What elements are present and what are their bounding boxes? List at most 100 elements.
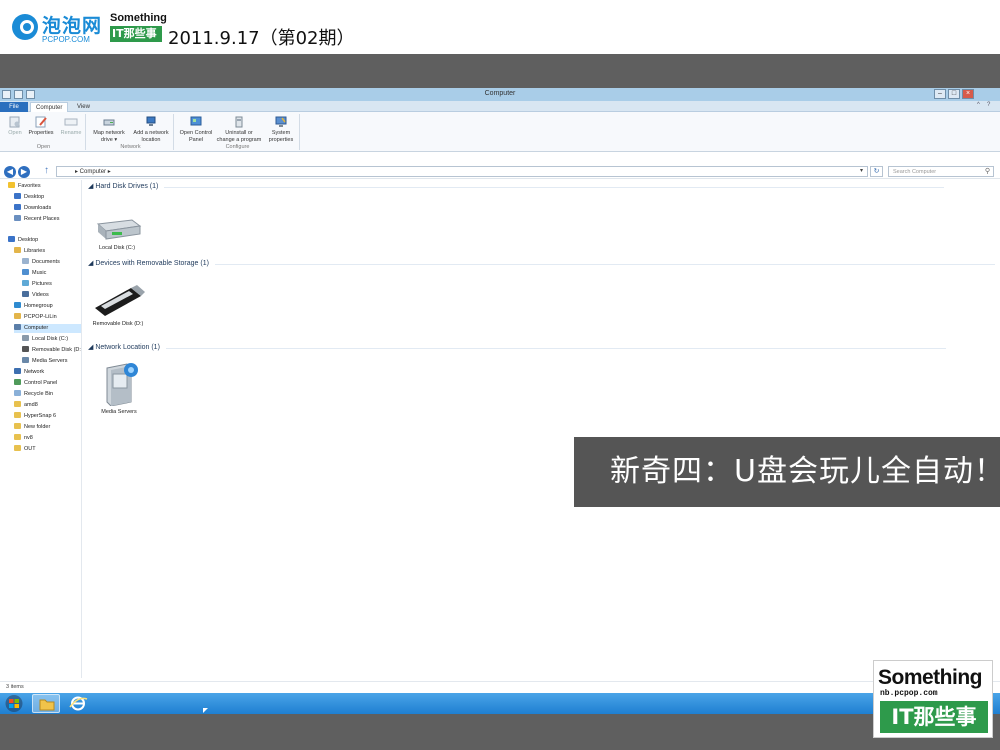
nav-item-label: nv8 <box>24 435 33 441</box>
taskbar-explorer-button[interactable] <box>32 694 60 713</box>
address-bar: ◀ ▶ ↑ ▸ Computer ▸ ▾ ↻ Search Computer ⚲ <box>0 164 1000 179</box>
show-logo-large-url: nb.pcpop.com <box>880 689 938 698</box>
show-logo-top: Something <box>110 12 167 24</box>
group-header-removable[interactable]: ◢ Devices with Removable Storage (1) <box>88 259 995 269</box>
group-label-network: Network <box>120 144 141 150</box>
nav-item-icon <box>22 280 29 286</box>
show-logo-large: Something nb.pcpop.com IT那些事 <box>873 660 993 738</box>
nav-item[interactable]: Control Panel <box>14 379 57 388</box>
system-properties-button[interactable]: System properties <box>264 116 298 143</box>
help-icon[interactable]: ? <box>987 102 994 109</box>
group-header-network[interactable]: ◢ Network Location (1) <box>88 343 945 353</box>
open-label: Open <box>8 130 22 136</box>
nav-item-icon <box>14 423 21 429</box>
title-bar[interactable]: Computer – □ × <box>0 88 1000 101</box>
ribbon-controls: ^ ? <box>977 102 994 109</box>
nav-item-label: HyperSnap 6 <box>24 413 57 419</box>
uninstall-program-label: Uninstall or change a program <box>216 130 262 143</box>
nav-item[interactable]: nv8 <box>14 434 33 443</box>
start-button[interactable] <box>2 694 26 713</box>
internet-explorer-icon <box>69 696 88 711</box>
nav-item[interactable]: Desktop <box>8 236 38 245</box>
group-label-open: Open <box>36 144 51 150</box>
drive-tile-local-disk[interactable]: Local Disk (C:) <box>87 214 147 252</box>
address-dropdown-icon[interactable]: ▾ <box>860 166 868 177</box>
show-logo-bottom: IT那些事 <box>110 26 162 42</box>
nav-item[interactable]: Computer <box>14 324 81 333</box>
uninstall-program-button[interactable]: Uninstall or change a program <box>216 116 262 143</box>
nav-item[interactable]: HyperSnap 6 <box>14 412 56 421</box>
caption-banner: 新奇四：U盘会玩儿全自动！ <box>574 437 1000 507</box>
rename-button[interactable]: Rename <box>58 116 84 137</box>
open-button[interactable]: Open <box>4 116 26 137</box>
nav-item[interactable]: Network <box>14 368 44 377</box>
site-name-en: PCPOP.COM <box>42 35 90 44</box>
nav-item[interactable]: Music <box>22 269 46 278</box>
nav-item-icon <box>14 247 21 253</box>
maximize-button[interactable]: □ <box>948 89 960 99</box>
nav-item[interactable]: Videos <box>22 291 49 300</box>
nav-item-label: Recent Places <box>24 216 60 222</box>
network-tile-media-servers[interactable]: Media Servers <box>89 360 149 416</box>
address-input[interactable]: ▸ Computer ▸ <box>56 166 868 177</box>
nav-item[interactable]: Pictures <box>22 280 52 289</box>
collapse-ribbon-icon[interactable]: ^ <box>977 102 984 109</box>
nav-item[interactable]: Recycle Bin <box>14 390 53 399</box>
navigation-pane: Favorites Desktop Downloads Recent Places De… <box>0 180 82 678</box>
nav-item[interactable]: OUT <box>14 445 36 454</box>
search-icon: ⚲ <box>984 168 990 175</box>
nav-item[interactable]: Desktop <box>14 193 44 202</box>
minimize-button[interactable]: – <box>934 89 946 99</box>
uninstall-icon <box>235 116 243 128</box>
nav-item-icon <box>8 182 15 188</box>
drive-tile-removable-disk[interactable]: Removable Disk (D:) <box>87 282 149 328</box>
nav-item[interactable]: Homegroup <box>14 302 53 311</box>
rename-label: Rename <box>60 130 82 136</box>
taskbar-ie-button[interactable] <box>64 694 92 713</box>
nav-item[interactable]: Favorites <box>8 182 41 191</box>
nav-item[interactable]: amd8 <box>14 401 38 410</box>
tab-file[interactable]: File <box>0 102 28 112</box>
mouse-cursor-icon <box>203 708 208 713</box>
close-button[interactable]: × <box>962 89 974 99</box>
media-servers-label: Media Servers <box>101 409 137 415</box>
group-header-hdd[interactable]: ◢ Hard Disk Drives (1) <box>88 182 949 192</box>
nav-item-icon <box>14 215 21 221</box>
media-server-icon <box>106 363 138 406</box>
pcpop-logo-icon <box>12 14 38 40</box>
nav-item-icon <box>14 412 21 418</box>
nav-item[interactable]: Removable Disk (D:) <box>22 346 81 355</box>
nav-item-label: Recycle Bin <box>24 391 54 397</box>
nav-item-label: Pictures <box>32 281 52 287</box>
nav-item[interactable]: Local Disk (C:) <box>22 335 68 344</box>
nav-item[interactable]: Recent Places <box>14 215 59 224</box>
tab-computer[interactable]: Computer <box>30 102 69 112</box>
search-input[interactable]: Search Computer ⚲ <box>888 166 994 177</box>
ribbon: Open Properties Rename Open Map network … <box>0 112 1000 152</box>
nav-item-icon <box>14 445 21 451</box>
site-name-cn: 泡泡网 <box>42 15 103 37</box>
nav-item[interactable]: Media Servers <box>22 357 67 366</box>
forward-button[interactable]: ▶ <box>18 166 30 178</box>
nav-item-label: Control Panel <box>24 380 58 386</box>
back-button[interactable]: ◀ <box>4 166 16 178</box>
rename-icon <box>64 118 78 126</box>
tab-view[interactable]: View <box>72 102 95 112</box>
nav-item[interactable]: PCPOP-LiLin <box>14 313 57 322</box>
nav-item-label: Documents <box>32 259 60 265</box>
status-bar: 3 items <box>0 681 1000 693</box>
open-control-panel-button[interactable]: Open Control Panel <box>177 116 215 143</box>
add-network-location-button[interactable]: Add a network location <box>130 116 172 143</box>
properties-button[interactable]: Properties <box>26 116 56 137</box>
properties-label: Properties <box>28 130 54 136</box>
up-button[interactable]: ↑ <box>44 165 49 176</box>
refresh-button[interactable]: ↻ <box>870 166 883 177</box>
nav-item-label: New folder <box>24 424 51 430</box>
nav-item[interactable]: Libraries <box>14 247 45 256</box>
nav-item[interactable]: Downloads <box>14 204 51 213</box>
nav-item-icon <box>14 434 21 440</box>
nav-item-icon <box>22 346 29 352</box>
map-network-drive-button[interactable]: Map network drive ▾ <box>89 116 129 143</box>
nav-item[interactable]: Documents <box>22 258 60 267</box>
nav-item[interactable]: New folder <box>14 423 50 432</box>
